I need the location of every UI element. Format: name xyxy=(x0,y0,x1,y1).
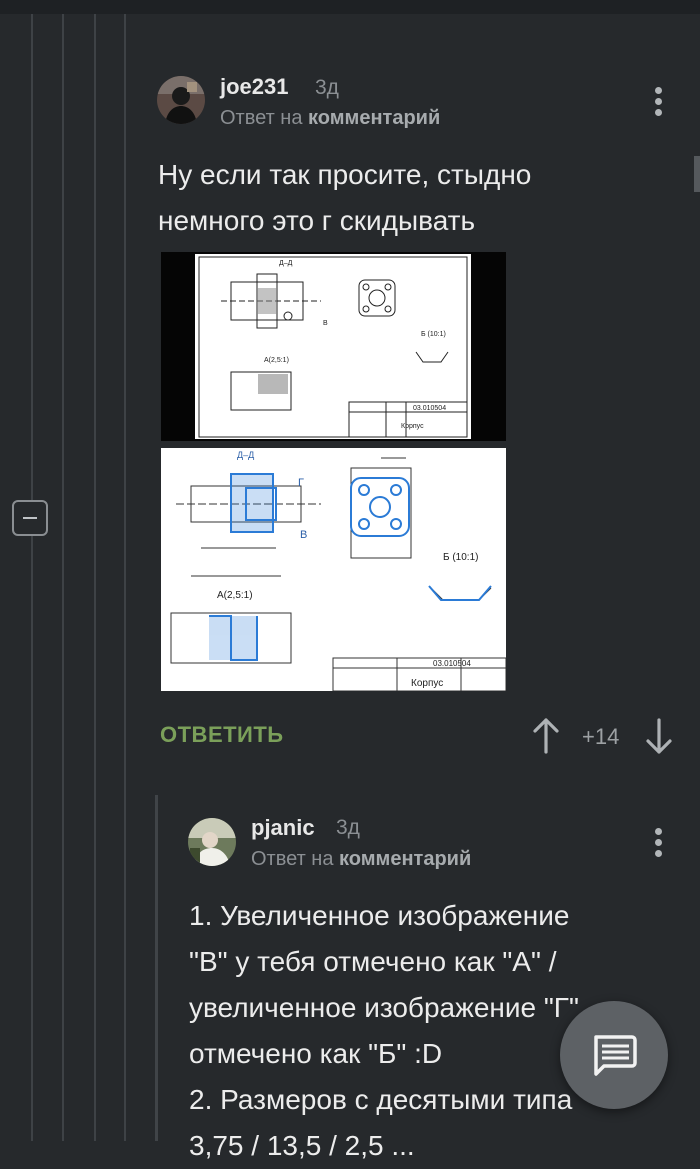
avatar[interactable] xyxy=(188,818,236,866)
thread-line-3 xyxy=(94,14,96,1141)
b-label: В xyxy=(323,320,328,327)
g-label: Г xyxy=(298,477,304,489)
reply-prefix: Ответ на xyxy=(220,107,303,129)
comment-line: 3,75 / 13,5 / 2,5 ... xyxy=(189,1130,415,1161)
reply-button[interactable]: ОТВЕТИТЬ xyxy=(160,722,284,748)
vote-score: +14 xyxy=(582,724,620,749)
arrow-down-icon[interactable] xyxy=(645,718,673,754)
view-label: А(2,5:1) xyxy=(264,357,289,364)
thread-line-1 xyxy=(31,14,33,1141)
comment-fab-button[interactable] xyxy=(560,1001,668,1109)
scrollbar-thumb[interactable] xyxy=(694,156,700,192)
comment-text: Ну если так просите, стыдно немного это … xyxy=(158,152,678,244)
reply-to: Ответ на комментарий xyxy=(220,107,440,130)
reply-target-link[interactable]: комментарий xyxy=(339,848,471,870)
comment-line: "В" у тебя отмечено как "А" / xyxy=(189,946,557,977)
view-label: А(2,5:1) xyxy=(217,590,253,601)
nested-thread-line xyxy=(155,795,158,1141)
title-code: 03.010504 xyxy=(433,659,471,668)
title-code: 03.010504 xyxy=(413,405,446,412)
avatar[interactable] xyxy=(157,76,205,124)
timestamp: 3д xyxy=(315,76,339,99)
thread-line-4 xyxy=(124,14,126,1141)
comment-line: немного это г скидывать xyxy=(158,205,476,236)
comment-line: Ну если так просите, стыдно xyxy=(158,159,532,190)
section-label: Д–Д xyxy=(237,450,254,460)
top-bar xyxy=(0,0,700,14)
detail-label: Б (10:1) xyxy=(421,331,446,338)
thread-line-2 xyxy=(62,14,64,1141)
arrow-up-icon[interactable] xyxy=(532,718,560,754)
detail-label: Б (10:1) xyxy=(443,552,478,563)
blueprint-image-2[interactable]: Д–Д Г В А(2,5:1) Б (10:1) 03.010504 Корп… xyxy=(161,448,506,691)
more-vertical-icon[interactable] xyxy=(654,87,664,117)
title-name: Корпус xyxy=(401,423,424,430)
comment-icon xyxy=(594,1035,637,1076)
timestamp: 3д xyxy=(336,816,360,839)
username[interactable]: joe231 xyxy=(220,74,289,100)
reply-prefix: Ответ на xyxy=(251,848,334,870)
username[interactable]: pjanic xyxy=(251,815,315,841)
reply-to: Ответ на комментарий xyxy=(251,848,471,871)
title-name: Корпус xyxy=(411,678,443,689)
comment-line: 1. Увеличенное изображение xyxy=(189,900,570,931)
b-label: В xyxy=(300,529,307,541)
reply-target-link[interactable]: комментарий xyxy=(308,107,440,129)
blueprint-image-1[interactable]: Д–Д А(2,5:1) Б (10:1) В 03.010504 Корпус xyxy=(161,252,506,441)
section-label: Д–Д xyxy=(279,260,293,267)
collapse-thread-icon[interactable] xyxy=(12,500,48,536)
more-vertical-icon[interactable] xyxy=(654,828,664,858)
